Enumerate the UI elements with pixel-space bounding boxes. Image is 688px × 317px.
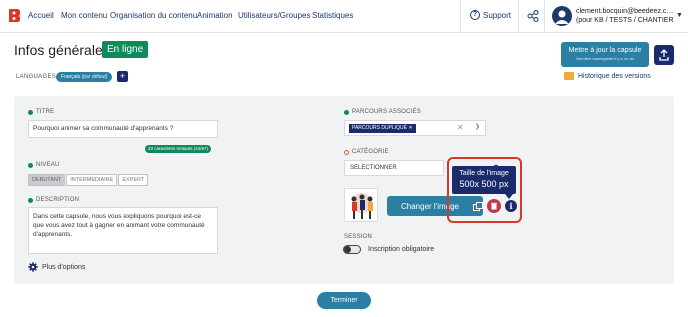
help-icon: ? [470,10,480,20]
upload-icon [659,49,669,61]
title-label: TITRE [28,109,54,115]
finish-button[interactable]: Terminer [317,292,371,309]
level-debutant-button[interactable]: DEBUTANT [28,174,66,186]
categorie-select[interactable]: SELECTIONNER [344,160,444,176]
update-capsule-label: Mettre à jour la capsule [568,47,642,54]
support-link[interactable]: ? Support [470,10,511,20]
beedeez-logo-icon[interactable] [7,8,21,23]
parcours-chip-label: PARCOURS DUPLIQUÉ [352,125,407,131]
categorie-label-text: CATÉGORIE [352,149,389,155]
user-account[interactable]: (pour KB / TESTS / CHANTIER [576,17,674,24]
required-dot-icon [28,197,33,203]
add-language-button[interactable]: + [117,71,128,82]
capsule-image-thumbnail [344,188,378,222]
more-options-link[interactable]: Plus d'options [28,262,85,272]
parcours-chip[interactable]: PARCOURS DUPLIQUÉ ✕ [349,124,416,133]
clear-icon[interactable]: ✕ [457,123,464,132]
chevron-down-icon[interactable]: ❯ [475,123,480,130]
optional-dot-icon [344,149,349,155]
session-label: SESSION [344,234,373,240]
nav-divider [518,0,519,33]
level-selector: DEBUTANT INTERMEDIAIRE EXPERT [28,174,149,186]
session-toggle[interactable] [343,245,361,254]
export-button[interactable] [654,45,674,65]
support-label: Support [483,10,512,20]
version-history-link[interactable]: Historique des versions [564,72,651,80]
more-options-label: Plus d'options [42,263,86,271]
update-capsule-button[interactable]: Mettre à jour la capsule Dernière sauveg… [561,42,649,67]
parcours-label: PARCOURS ASSOCIÉS [344,109,421,115]
caret-down-icon[interactable]: ▼ [676,12,683,19]
categorie-label: CATÉGORIE [344,149,389,155]
level-intermediaire-button[interactable]: INTERMEDIAIRE [66,174,118,186]
nav-animation[interactable]: Animation [197,11,233,20]
user-icon [555,10,569,24]
required-dot-icon [28,109,33,115]
nav-utilisateurs-groupes[interactable]: Utilisateurs/Groupes [238,11,310,20]
languages-label: LANGUAGES [16,74,57,80]
language-chip[interactable]: Français (par défaut) [56,72,113,82]
user-email[interactable]: clement.bocquin@beedeez.c… [576,8,673,15]
level-expert-button[interactable]: EXPERT [118,174,149,186]
description-label-text: DESCRIPTION [36,197,80,203]
nav-statistiques[interactable]: Statistiques [312,11,353,20]
language-default: (par défaut) [81,74,108,80]
nav-mon-contenu[interactable]: Mon contenu [61,11,107,20]
nav-divider [544,0,545,33]
parcours-label-text: PARCOURS ASSOCIÉS [352,109,421,115]
title-character-counter: 23 caractères restants (44/67) [145,145,212,153]
people-illustration-icon [345,189,377,221]
history-label: Historique des versions [578,72,651,80]
nav-accueil[interactable]: Accueil [28,11,54,20]
required-dot-icon [28,162,33,168]
folder-icon [564,72,574,80]
required-dot-icon [344,109,349,115]
nav-organisation[interactable]: Organisation du contenu [110,11,197,20]
level-label: NIVEAU [28,162,60,168]
share-icon[interactable] [527,10,539,22]
toggle-knob [344,246,351,253]
title-label-text: TITRE [36,109,55,115]
highlight-annotation-box [447,157,522,223]
page-title: Infos générales [14,42,110,58]
level-label-text: NIVEAU [36,162,60,168]
parcours-select[interactable]: PARCOURS DUPLIQUÉ ✕ ✕ ❯ [344,120,486,136]
title-input[interactable]: Pourquoi animer sa communauté d'apprenan… [28,120,218,138]
description-label: DESCRIPTION [28,197,79,203]
status-badge: En ligne [102,41,149,58]
top-navbar: Accueil Mon contenu Organisation du cont… [0,0,688,33]
nav-divider [460,0,461,33]
remove-chip-icon[interactable]: ✕ [408,125,412,131]
gear-icon [28,262,38,272]
description-textarea[interactable]: Dans cette capsule, nous vous expliquons… [28,207,218,254]
avatar[interactable] [552,6,572,26]
last-saved-text: Dernière sauvegarde il y a un an [576,56,634,61]
language-name: Français [61,74,81,80]
session-toggle-label: Inscription obligatoire [368,246,435,253]
